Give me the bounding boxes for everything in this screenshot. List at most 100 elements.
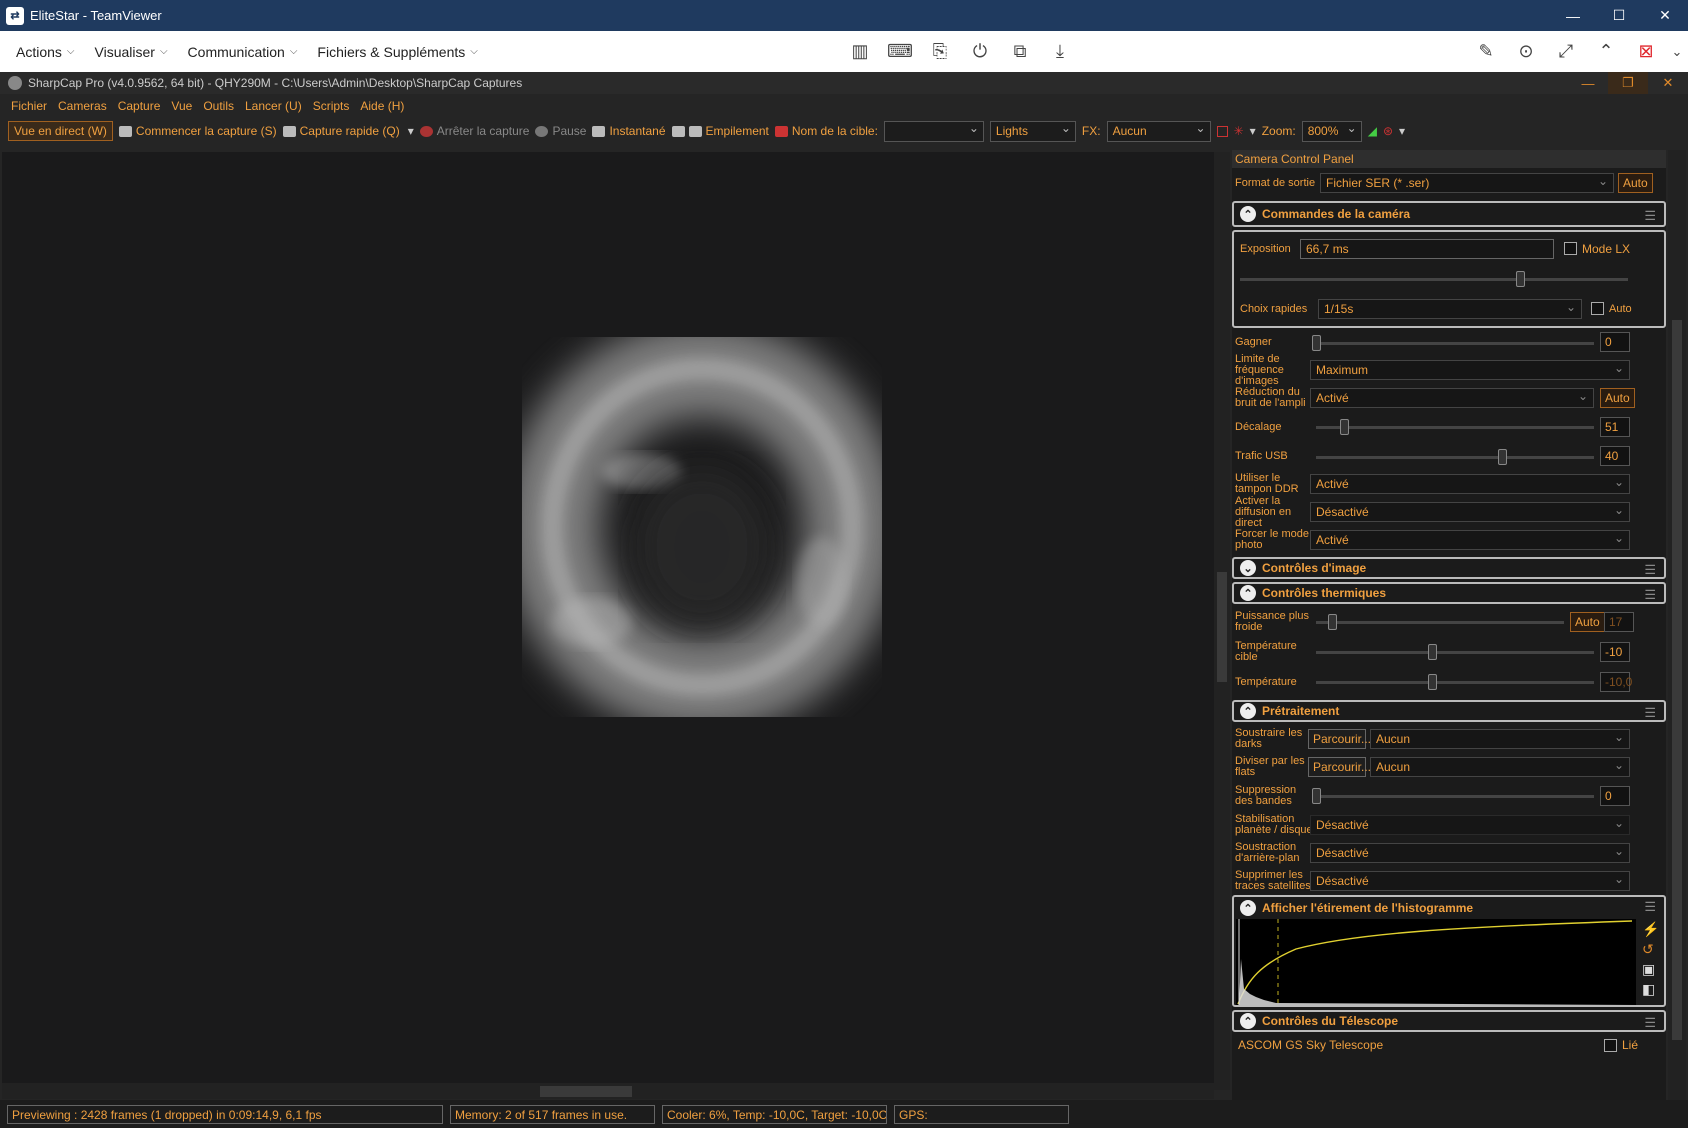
apply-icon[interactable]: ◧ [1642,981,1660,998]
histogram-plot[interactable] [1236,919,1636,1005]
offset-slider-knob[interactable] [1340,419,1349,435]
cooler-slider-knob[interactable] [1328,614,1337,630]
save-icon[interactable]: ▣ [1642,961,1660,978]
menu-fichier[interactable]: Fichier [11,99,47,113]
close-icon[interactable]: ✕ [1642,0,1688,31]
ampnoise-select[interactable]: Activé [1310,388,1594,408]
flats-browse-button[interactable]: Parcourir... [1308,757,1371,777]
scroll-thumb[interactable] [1672,320,1682,1040]
image-controls-header[interactable]: ⌄ Contrôles d'image ☰ [1232,557,1666,579]
menu-icon[interactable]: ☰ [1644,899,1656,915]
banding-slider[interactable] [1316,795,1594,798]
framerate-select[interactable]: Maximum [1310,360,1630,380]
menu-lancer[interactable]: Lancer (U) [245,99,302,113]
darks-browse-button[interactable]: Parcourir... [1308,729,1371,749]
menu-icon[interactable]: ☰ [1644,208,1656,224]
start-capture-button[interactable]: Commencer la capture (S) [118,124,277,138]
maximize-icon[interactable]: ☐ [1596,0,1642,31]
lx-mode-checkbox[interactable] [1564,242,1577,255]
scroll-thumb[interactable] [1217,572,1227,682]
chevron-down-icon[interactable]: ⌄ [1666,37,1688,67]
offset-slider[interactable] [1316,426,1594,429]
menu-view[interactable]: Visualiser ⌵ [95,44,168,60]
telescope-linked-checkbox[interactable] [1604,1039,1617,1052]
telescope-header[interactable]: ⌃ Contrôles du Télescope ☰ [1232,1010,1666,1032]
pause-button[interactable]: Pause [535,124,586,138]
target-temp-value[interactable]: -10 [1600,642,1630,662]
menu-communication[interactable]: Communication ⌵ [188,44,298,60]
chevron-down-icon[interactable]: ▾ [408,124,414,138]
screenshot-icon[interactable]: ⊙ [1506,37,1546,67]
exposure-input[interactable]: 66,7 ms [1300,239,1554,259]
output-format-auto[interactable]: Auto [1618,173,1653,193]
banding-value[interactable]: 0 [1600,786,1630,806]
background-select[interactable]: Désactivé [1310,843,1630,863]
menu-files[interactable]: Fichiers & Suppléments ⌵ [317,44,477,60]
thermal-controls-header[interactable]: ⌃ Contrôles thermiques ☰ [1232,582,1666,604]
histogram-header[interactable]: ⌃ Afficher l'étirement de l'histogramme … [1234,899,1664,917]
remote-monitor-icon[interactable]: ⧉ [1000,37,1040,67]
exposure-slider-knob[interactable] [1516,271,1525,287]
usb-slider-knob[interactable] [1498,449,1507,465]
ddr-select[interactable]: Activé [1310,474,1630,494]
stabilisation-select[interactable]: Désactivé [1310,815,1630,835]
target-temp-slider[interactable] [1316,651,1594,654]
live-view-button[interactable]: Vue en direct (W) [8,121,113,141]
panel-scrollbar[interactable] [1668,150,1686,1100]
exposure-slider[interactable] [1240,278,1628,281]
collapse-icon[interactable]: ⌃ [1586,37,1626,67]
banding-slider-knob[interactable] [1312,788,1321,804]
file-transfer-icon[interactable]: ⎘ [920,37,960,67]
photo-select[interactable]: Activé [1310,530,1630,550]
menu-icon[interactable]: ☰ [1644,587,1656,603]
menu-vue[interactable]: Vue [171,99,192,113]
download-icon[interactable]: ⤓ [1040,37,1080,67]
offset-value[interactable]: 51 [1600,417,1630,437]
fullscreen-icon[interactable]: ⤢ [1546,37,1586,67]
quick-choices-select[interactable]: 1/15s [1318,299,1582,319]
keyboard-icon[interactable]: ⌨ [880,37,920,67]
snapshot-button[interactable]: Instantané [592,124,666,138]
camera-preview[interactable] [2,152,1214,1090]
auto-stretch-icon[interactable]: ⚡ [1642,921,1660,938]
gain-value[interactable]: 0 [1600,332,1630,352]
menu-icon[interactable]: ☰ [1644,705,1656,721]
usb-value[interactable]: 40 [1600,446,1630,466]
stacking-button[interactable]: Empilement [671,124,769,138]
quick-auto-checkbox[interactable] [1591,302,1604,315]
menu-cameras[interactable]: Cameras [58,99,107,113]
camera-controls-header[interactable]: ⌃ Commandes de la caméra ☰ [1232,201,1666,227]
minimize-icon[interactable]: — [1568,72,1608,94]
scroll-thumb[interactable] [540,1086,632,1097]
quick-capture-button[interactable]: Capture rapide (Q) ▾ [282,124,414,138]
stream-select[interactable]: Désactivé [1310,502,1630,522]
darks-select[interactable]: Aucun [1370,729,1630,749]
fx-select[interactable]: Aucun [1106,120,1211,142]
cooler-slider[interactable] [1316,621,1564,624]
close-icon[interactable]: ✕ [1648,72,1688,94]
power-icon[interactable]: ⏻ [960,37,1000,67]
stop-capture-button[interactable]: Arrêter la capture [419,124,529,138]
minimize-icon[interactable]: — [1550,0,1596,31]
preprocessing-header[interactable]: ⌃ Prétraitement ☰ [1232,700,1666,722]
target-temp-slider-knob[interactable] [1428,644,1437,660]
preview-vertical-scrollbar[interactable] [1214,152,1230,1090]
histogram-tool[interactable]: ◢ ⊛ ▾ [1368,124,1405,138]
menu-capture[interactable]: Capture [118,99,161,113]
output-format-select[interactable]: Fichier SER (* .ser) [1320,173,1614,193]
satellite-select[interactable]: Désactivé [1310,871,1630,891]
menu-outils[interactable]: Outils [203,99,234,113]
zoom-select[interactable]: 800% [1301,120,1362,142]
menu-aide[interactable]: Aide (H) [360,99,404,113]
dashboard-icon[interactable]: ▥ [840,37,880,67]
cooler-auto[interactable]: Auto [1570,612,1605,632]
restore-icon[interactable]: ❐ [1608,72,1648,94]
reset-icon[interactable]: ↺ [1642,941,1660,958]
target-name-input[interactable] [883,120,984,142]
menu-scripts[interactable]: Scripts [313,99,350,113]
gain-slider-knob[interactable] [1312,335,1321,351]
end-session-icon[interactable]: ⊠ [1626,37,1666,67]
menu-icon[interactable]: ☰ [1644,1015,1656,1031]
menu-icon[interactable]: ☰ [1644,562,1656,578]
frame-type-select[interactable]: Lights [989,120,1076,142]
